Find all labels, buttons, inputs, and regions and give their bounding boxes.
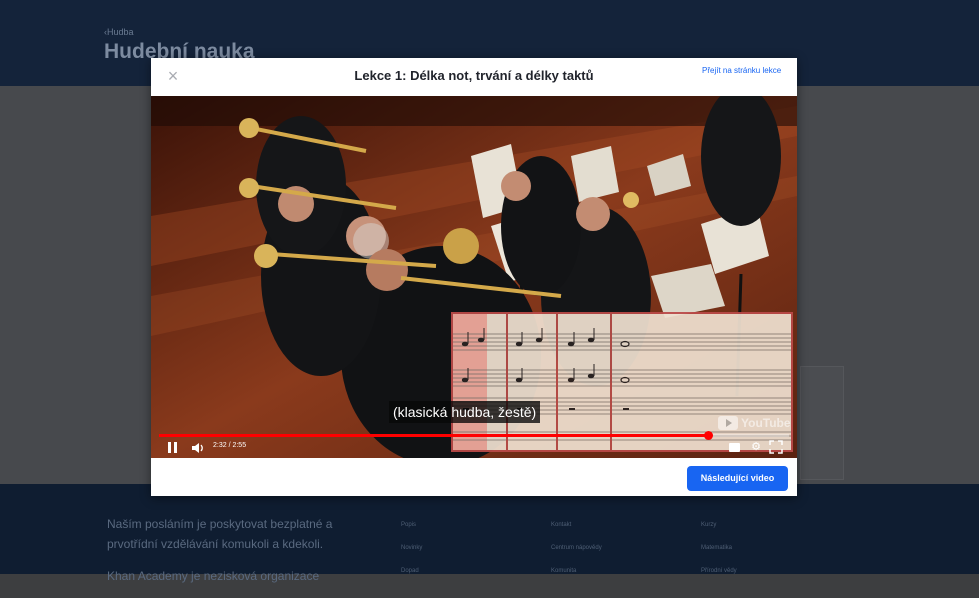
footer-link[interactable]: Dopad [401, 560, 422, 583]
pause-icon [168, 442, 171, 453]
footer-link[interactable]: Popis [401, 514, 422, 537]
footer-link[interactable]: Matematika [701, 537, 737, 560]
footer-link[interactable]: Novinky [401, 537, 422, 560]
settings-gear-icon[interactable]: ⚙ [749, 440, 763, 454]
organization-text: Khan Academy je nezisková organizace [107, 569, 320, 583]
mission-text: Naším posláním je poskytovat bezplatné a… [107, 517, 333, 551]
video-modal: × Lekce 1: Délka not, trvání a délky tak… [151, 58, 797, 496]
video-player[interactable]: (klasická hudba, žestě) YouTube 2:32 / 2… [151, 96, 797, 458]
progress-bar[interactable] [159, 431, 789, 440]
time-display: 2:32 / 2:55 [213, 442, 247, 449]
footer-link[interactable]: Centrum nápovědy [551, 537, 602, 560]
footer-link[interactable]: Kurzy [701, 514, 737, 537]
breadcrumb[interactable]: ‹Hudba [104, 27, 134, 37]
footer-mission: Naším posláním je poskytovat bezplatné a… [107, 514, 367, 598]
lesson-page-link[interactable]: Přejít na stránku lekce [702, 66, 782, 76]
footer-link[interactable]: Komunita [551, 560, 602, 583]
captions-icon[interactable] [729, 443, 740, 452]
footer-link[interactable]: Kontakt [551, 514, 602, 537]
footer-links-courses: Kurzy Matematika Přírodní vědy [701, 514, 737, 583]
youtube-logo[interactable]: YouTube [718, 415, 791, 431]
close-button[interactable]: × [163, 65, 183, 87]
modal-header: × Lekce 1: Délka not, trvání a délky tak… [151, 58, 797, 96]
progress-scrubber[interactable] [703, 431, 713, 440]
pause-button[interactable] [167, 442, 181, 454]
youtube-play-icon [718, 416, 738, 430]
footer-links-about: Popis Novinky Dopad [401, 514, 422, 583]
footer-links-contact: Kontakt Centrum nápovědy Komunita [551, 514, 602, 583]
fullscreen-icon[interactable] [769, 440, 783, 454]
video-subtitle: (klasická hudba, žestě) [389, 401, 541, 423]
volume-icon[interactable] [191, 441, 205, 455]
youtube-wordmark: YouTube [741, 416, 791, 430]
next-video-button[interactable]: Následující video [687, 466, 788, 491]
footer-link[interactable]: Přírodní vědy [701, 560, 737, 583]
content-card [800, 366, 844, 480]
modal-title: Lekce 1: Délka not, trvání a délky taktů [354, 68, 594, 83]
sheet-music-overlay [451, 312, 793, 452]
progress-played [159, 434, 709, 437]
pause-icon [174, 442, 177, 453]
